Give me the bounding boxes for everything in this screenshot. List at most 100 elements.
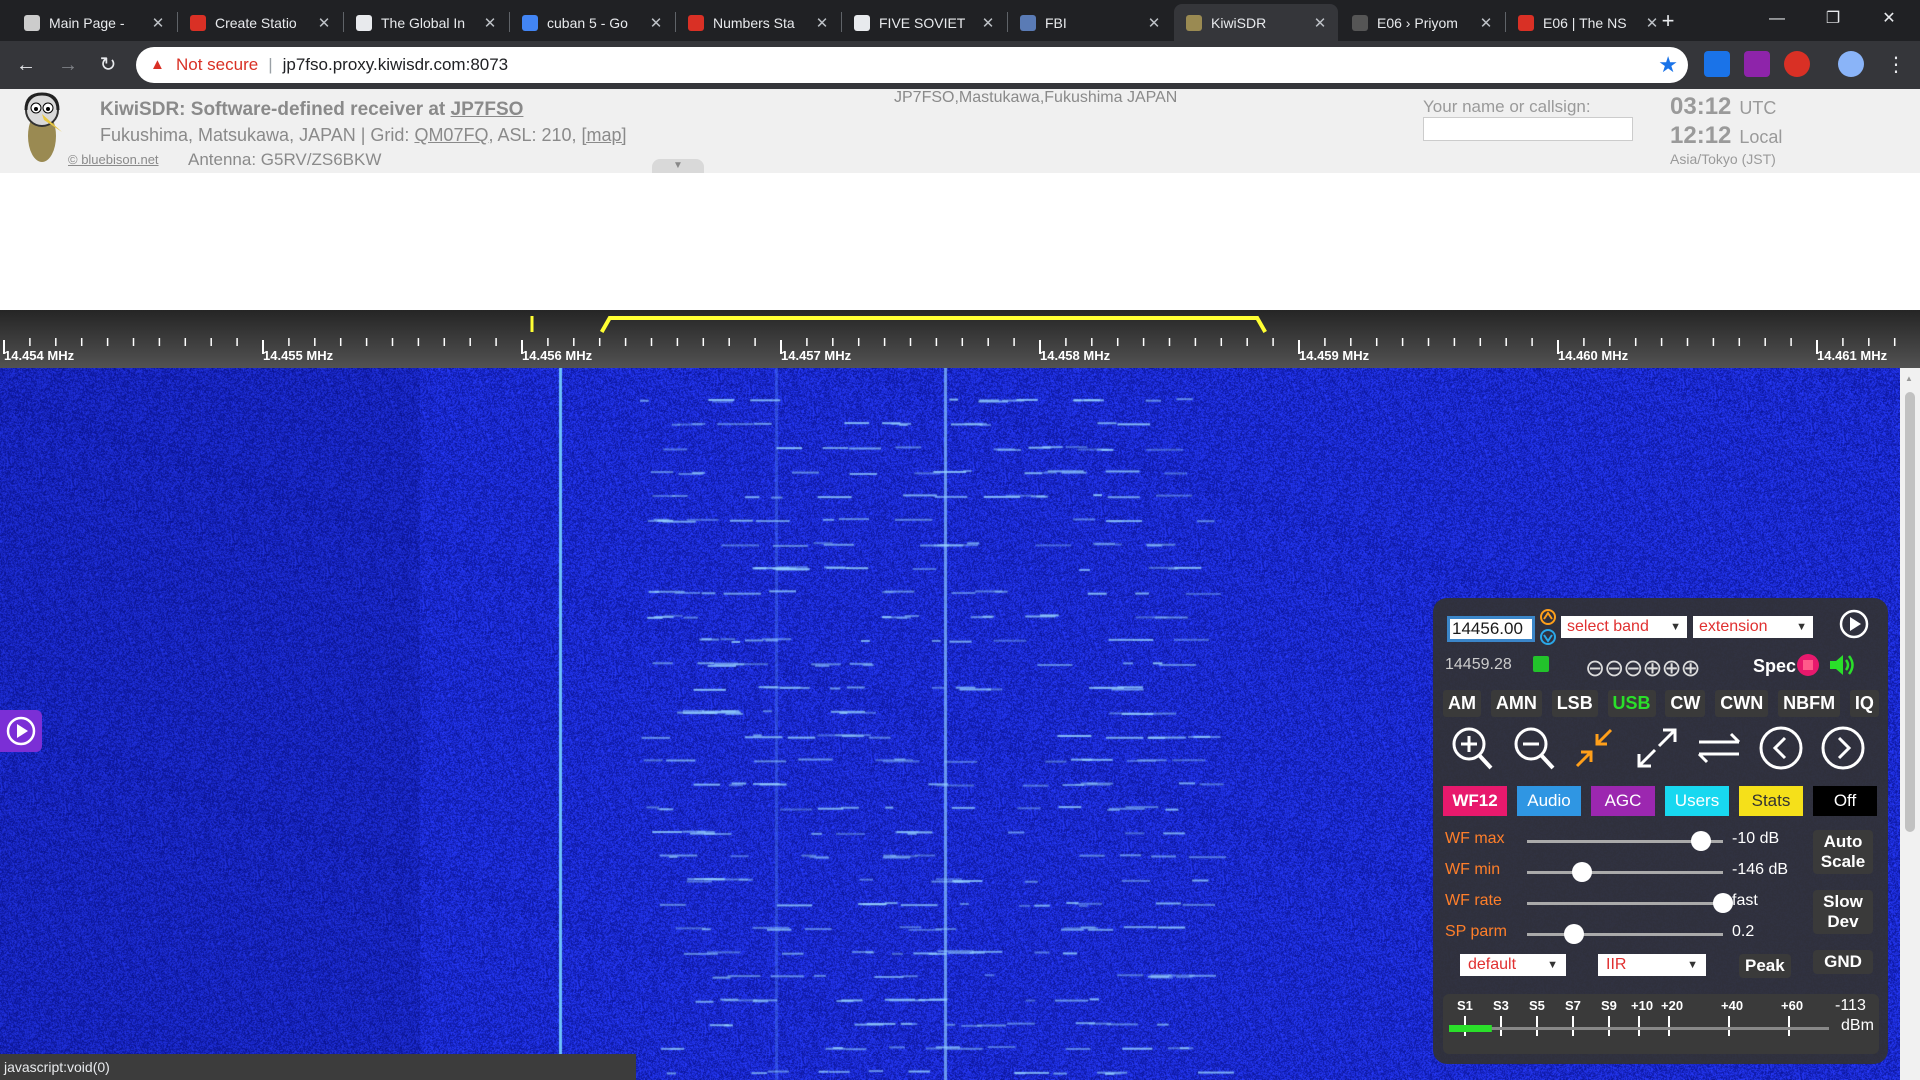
tab-off[interactable]: Off bbox=[1813, 786, 1877, 816]
auto-scale-button[interactable]: Auto Scale bbox=[1813, 830, 1873, 874]
slow-dev-button[interactable]: Slow Dev bbox=[1813, 890, 1873, 934]
extension-purple-icon[interactable] bbox=[1744, 51, 1770, 77]
zoom-max-out-icon[interactable] bbox=[1631, 722, 1683, 774]
slider-value: -10 dB bbox=[1732, 830, 1780, 847]
callsign-link[interactable]: JP7FSO bbox=[451, 99, 524, 120]
slider-track[interactable] bbox=[1527, 831, 1723, 851]
frequency-input[interactable]: 14456.00 bbox=[1447, 616, 1535, 642]
band-select[interactable]: select band ▼ bbox=[1561, 616, 1687, 638]
profile-avatar[interactable] bbox=[1838, 51, 1864, 77]
mode-lsb-button[interactable]: LSB bbox=[1551, 690, 1598, 717]
tab-users[interactable]: Users bbox=[1665, 786, 1729, 816]
scale-graphic[interactable]: 14.454 MHz 14.455 MHz 14.456 MHz 14.457 MHz… bbox=[0, 310, 1920, 368]
slider-value: 0.2 bbox=[1732, 923, 1755, 940]
slider-thumb[interactable] bbox=[1690, 831, 1711, 851]
bookmark-star-icon[interactable]: ★ bbox=[1658, 53, 1678, 77]
browser-tab[interactable]: FIVE SOVIET ✕ bbox=[842, 4, 1006, 41]
peak-button[interactable]: Peak bbox=[1739, 954, 1791, 978]
browser-tab[interactable]: cuban 5 - Go ✕ bbox=[510, 4, 674, 41]
close-window-button[interactable]: ✕ bbox=[1866, 4, 1912, 34]
grid-link[interactable]: QM07FQ bbox=[414, 125, 488, 145]
slider-thumb[interactable] bbox=[1564, 924, 1585, 944]
map-link[interactable]: [map] bbox=[582, 125, 627, 145]
callsign-input[interactable] bbox=[1423, 117, 1633, 141]
browser-tab[interactable]: Numbers Sta ✕ bbox=[676, 4, 840, 41]
bluebison-link[interactable]: © bluebison.net bbox=[68, 152, 159, 167]
frequency-stepper-icon[interactable] bbox=[1539, 608, 1557, 646]
browser-tab[interactable]: The Global In ✕ bbox=[344, 4, 508, 41]
slider-track[interactable] bbox=[1527, 924, 1723, 944]
extension-adblock-icon[interactable] bbox=[1784, 51, 1810, 77]
collapse-header-button[interactable]: ▼ bbox=[652, 159, 704, 173]
tab-close-icon[interactable]: ✕ bbox=[978, 14, 998, 32]
scroll-up-arrow[interactable]: ▲ bbox=[1905, 374, 1913, 383]
slider-row-sp-parm: SP parm 0.2 bbox=[1445, 923, 1765, 945]
zoom-in-icon[interactable] bbox=[1445, 722, 1497, 774]
tab-close-icon[interactable]: ✕ bbox=[812, 14, 832, 32]
spec-button[interactable]: Spec bbox=[1753, 656, 1796, 677]
frequency-scale[interactable]: 14.454 MHz 14.455 MHz 14.456 MHz 14.457 MHz… bbox=[0, 310, 1920, 368]
slider-thumb[interactable] bbox=[1713, 893, 1733, 913]
browser-tab[interactable]: FBI ✕ bbox=[1008, 4, 1172, 41]
filter-select[interactable]: IIR ▼ bbox=[1598, 954, 1706, 976]
mode-amn-button[interactable]: AMN bbox=[1490, 690, 1542, 717]
play-icon[interactable] bbox=[1838, 608, 1870, 640]
browser-status-bar: javascript:void(0) bbox=[0, 1054, 636, 1080]
forward-button[interactable]: → bbox=[52, 49, 84, 81]
tab-close-icon[interactable]: ✕ bbox=[314, 14, 334, 32]
tab-close-icon[interactable]: ✕ bbox=[1310, 14, 1330, 32]
mode-iq-button[interactable]: IQ bbox=[1849, 690, 1879, 717]
swap-arrows-icon[interactable] bbox=[1693, 722, 1745, 774]
browser-tab[interactable]: Main Page - ✕ bbox=[12, 4, 176, 41]
tab-close-icon[interactable]: ✕ bbox=[1476, 14, 1496, 32]
page-left-icon[interactable] bbox=[1755, 722, 1807, 774]
zoom-to-band-icon[interactable] bbox=[1569, 722, 1621, 774]
speaker-icon[interactable] bbox=[1827, 652, 1857, 678]
restore-button[interactable]: ❐ bbox=[1810, 4, 1856, 34]
gnd-button[interactable]: GND bbox=[1813, 950, 1873, 974]
not-secure-label[interactable]: Not secure bbox=[176, 55, 258, 75]
browser-tab[interactable]: E06 › Priyom ✕ bbox=[1340, 4, 1504, 41]
tab-stats[interactable]: Stats bbox=[1739, 786, 1803, 816]
mode-nbfm-button[interactable]: NBFM bbox=[1778, 690, 1841, 717]
record-icon[interactable] bbox=[1795, 652, 1821, 678]
passband-link-icon[interactable] bbox=[1533, 656, 1549, 672]
extension-calendar-icon[interactable] bbox=[1704, 51, 1730, 77]
callsign-label: Your name or callsign: bbox=[1423, 97, 1591, 116]
page-right-icon[interactable] bbox=[1817, 722, 1869, 774]
mode-usb-button[interactable]: USB bbox=[1607, 690, 1656, 717]
browser-tab[interactable]: Create Statio ✕ bbox=[178, 4, 342, 41]
browser-menu-icon[interactable]: ⋮ bbox=[1880, 49, 1912, 81]
scroll-thumb[interactable] bbox=[1905, 392, 1915, 832]
reload-button[interactable]: ↻ bbox=[92, 49, 124, 81]
mode-cw-button[interactable]: CW bbox=[1665, 690, 1706, 717]
scale-label: 14.456 MHz bbox=[522, 348, 593, 363]
waterfall-scrollbar[interactable]: ▲ bbox=[1900, 368, 1920, 1080]
minimize-button[interactable]: — bbox=[1754, 4, 1800, 34]
slider-track[interactable] bbox=[1527, 862, 1723, 882]
passband-indicator[interactable] bbox=[599, 316, 1267, 333]
tab-close-icon[interactable]: ✕ bbox=[148, 14, 168, 32]
zoom-step-buttons[interactable]: ⊖⊖⊖⊕⊕⊕ bbox=[1585, 654, 1701, 683]
colormap-select[interactable]: default ▼ bbox=[1460, 954, 1566, 976]
address-bar[interactable]: ▲ Not secure | jp7fso.proxy.kiwisdr.com:… bbox=[136, 47, 1688, 83]
extension-select[interactable]: extension ▼ bbox=[1693, 616, 1813, 638]
mode-am-button[interactable]: AM bbox=[1443, 690, 1481, 717]
slider-thumb[interactable] bbox=[1571, 862, 1592, 882]
tab-agc[interactable]: AGC bbox=[1591, 786, 1655, 816]
tab-close-icon[interactable]: ✕ bbox=[646, 14, 666, 32]
slider-track[interactable] bbox=[1527, 893, 1733, 913]
left-play-button[interactable] bbox=[0, 710, 42, 752]
tab-audio[interactable]: Audio bbox=[1517, 786, 1581, 816]
browser-tab[interactable]: KiwiSDR ✕ bbox=[1174, 4, 1338, 41]
zoom-out-icon[interactable] bbox=[1507, 722, 1559, 774]
control-panel: 14456.00 select band ▼ extension ▼ 14459.2… bbox=[1433, 598, 1888, 1064]
tab-close-icon[interactable]: ✕ bbox=[480, 14, 500, 32]
tab-close-icon[interactable]: ✕ bbox=[1144, 14, 1164, 32]
back-button[interactable]: ← bbox=[10, 49, 42, 81]
mode-cwn-button[interactable]: CWN bbox=[1715, 690, 1769, 717]
url-text[interactable]: jp7fso.proxy.kiwisdr.com:8073 bbox=[283, 55, 509, 75]
tab-wf12[interactable]: WF12 bbox=[1443, 786, 1507, 816]
browser-tab[interactable]: E06 | The NS ✕ bbox=[1506, 4, 1670, 41]
new-tab-button[interactable]: + bbox=[1655, 8, 1681, 34]
